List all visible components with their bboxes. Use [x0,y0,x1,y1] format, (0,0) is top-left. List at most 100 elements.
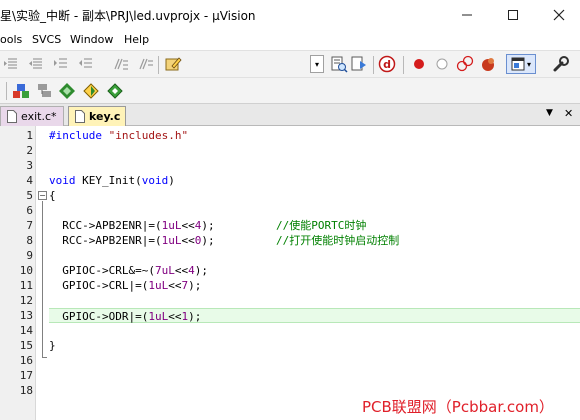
number: 1uL [161,234,182,247]
uncomment-selection-icon[interactable] [137,55,155,73]
indent-block-icon[interactable] [52,55,70,73]
code-text: GPIOC->CRL|=( [49,279,149,292]
fold-toggle-icon[interactable]: − [38,191,47,200]
keyword: void [141,174,169,187]
svg-text:d: d [383,58,391,71]
close-tab-icon[interactable]: ✕ [564,107,573,120]
insert-breakpoint-icon[interactable] [410,55,428,73]
fold-guide [42,201,43,357]
window-title: 星\实验_中断 - 副本\PRJ\led.uvprojx - µVision [0,9,256,23]
title-bar: 星\实验_中断 - 副本\PRJ\led.uvprojx - µVision [0,0,580,30]
file-icon [7,110,17,123]
code-text: GPIOC->ODR|=( [49,310,149,323]
toolbar-separator [373,56,374,74]
manage-project-items-icon[interactable] [12,82,30,100]
line-number: 17 [19,369,33,382]
tab-label: key.c [89,110,121,123]
pack-installer-icon[interactable] [58,82,76,100]
line-number: 1 [26,129,33,142]
menu-svcs[interactable]: SVCS [32,33,61,46]
configure-icon[interactable] [552,55,570,73]
code-line-1: #include "includes.h" [49,128,580,143]
line-number: 7 [26,219,33,232]
build-toolbar [0,78,580,104]
line-number: 16 [19,354,33,367]
line-number: 18 [19,384,33,397]
menu-bar: ools SVCS Window Help [0,30,580,50]
indent-icon[interactable] [2,55,20,73]
line-number-gutter: 1 2 3 4 5 6 7 8 9 10 11 12 13 14 15 16 1… [0,126,36,420]
menu-help[interactable]: Help [124,33,149,46]
code-text: GPIOC->CRL&=~( [49,264,155,277]
line-number: 2 [26,144,33,157]
unindent-icon[interactable] [27,55,45,73]
line-number: 12 [19,294,33,307]
code-editor[interactable]: 1 2 3 4 5 6 7 8 9 10 11 12 13 14 15 16 1… [0,126,580,420]
code-text: ); [201,234,215,247]
watermark: PCB联盟网（Pcbbar.com） [362,398,554,416]
code-text: ); [194,264,208,277]
window-layout-button[interactable]: ▾ [506,54,536,74]
paren: ) [168,174,175,187]
number: 1uL [148,310,169,323]
brace: } [49,339,56,352]
chevron-down-icon: ▾ [526,59,531,69]
line-number: 13 [19,309,33,322]
tab-list-dropdown-icon[interactable]: ▼ [546,108,553,118]
unindent-block-icon[interactable] [77,55,95,73]
fold-margin: − [37,126,47,420]
code-text: RCC->APB2ENR|=( [49,219,162,232]
tab-label: exit.c* [21,110,57,123]
enable-breakpoint-icon[interactable] [433,55,451,73]
close-button[interactable] [536,0,580,30]
chevron-down-icon: ▾ [314,59,319,69]
operator: << [181,219,195,232]
menu-window[interactable]: Window [70,33,113,46]
disable-all-breakpoints-icon[interactable] [456,55,474,73]
edit-project-icon[interactable] [164,55,182,73]
find-icon[interactable] [350,55,368,73]
code-line-15: } [49,338,580,353]
code-text: ); [188,279,202,292]
toolbar-separator [403,56,404,74]
operator: << [168,310,182,323]
toolbar-separator [6,82,7,100]
window-layout-icon [511,57,525,71]
debug-session-icon[interactable]: d [378,55,396,73]
code-line-13-current: GPIOC->ODR|=(1uL<<1); [49,308,580,323]
find-in-files-icon[interactable] [330,55,348,73]
fold-guide-end [42,357,47,358]
line-number: 3 [26,159,33,172]
run-time-environment-icon[interactable] [106,82,124,100]
minimize-button[interactable] [444,0,490,30]
line-number: 9 [26,249,33,262]
comment: //使能PORTC时钟 [276,219,367,232]
line-number: 6 [26,204,33,217]
tab-exit-c[interactable]: exit.c* [0,106,64,126]
comment: //打开使能时钟启动控制 [276,234,400,247]
code-line-5: { [49,188,580,203]
preprocessor-directive: #include [49,129,102,142]
line-number: 4 [26,174,33,187]
kill-all-breakpoints-icon[interactable] [479,55,497,73]
menu-tools[interactable]: ools [0,33,22,46]
operator: << [174,264,189,277]
tab-key-c[interactable]: key.c [68,106,126,126]
line-number: 15 [19,339,33,352]
line-number: 5 [26,189,33,202]
select-packs-icon[interactable] [36,82,54,100]
target-select-dropdown[interactable]: ▾ [310,55,324,73]
operator: << [168,279,182,292]
code-line-11: GPIOC->CRL|=(1uL<<7); [49,278,580,293]
function-name: KEY_Init( [75,174,142,187]
file-icon [75,110,85,123]
maximize-icon [508,10,518,20]
number: 1uL [148,279,169,292]
line-number: 10 [19,264,33,277]
file-tab-bar: exit.c* key.c ▼ ✕ [0,104,580,126]
comment-selection-icon[interactable] [112,55,130,73]
line-number: 11 [19,279,33,292]
software-packs-icon[interactable] [82,82,100,100]
maximize-button[interactable] [490,0,536,30]
number: 4 [188,264,195,277]
